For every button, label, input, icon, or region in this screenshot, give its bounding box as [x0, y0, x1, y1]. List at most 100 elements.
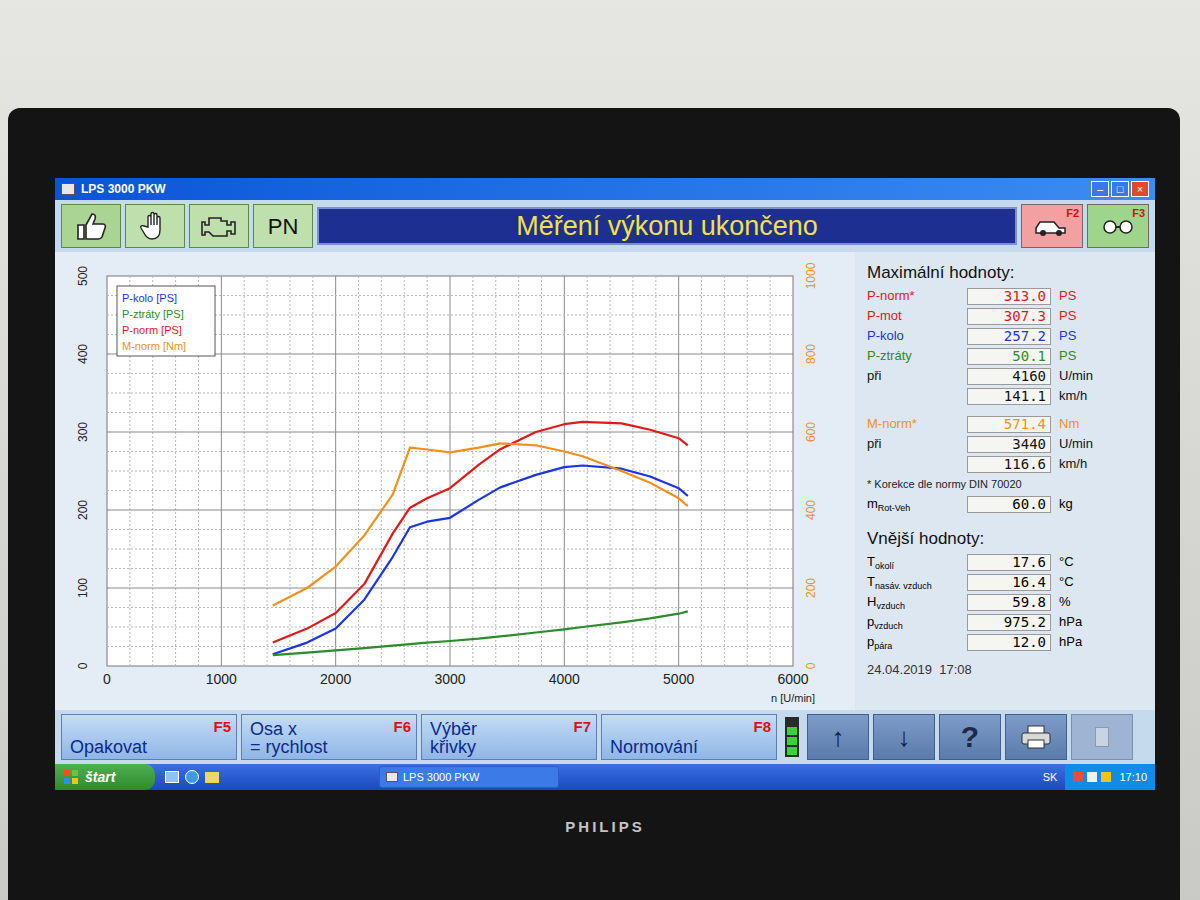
series-line	[273, 611, 688, 655]
tray-icon[interactable]	[1073, 772, 1083, 782]
arrow-label: ↓	[898, 724, 911, 750]
pn-button[interactable]: PN	[253, 204, 313, 248]
function-button[interactable]: F6Osa x= rychlost	[241, 714, 417, 760]
label-text: p	[867, 614, 874, 629]
value-unit: U/min	[1059, 366, 1093, 386]
value-label: při	[867, 366, 967, 386]
arrow-button[interactable]: ↓	[873, 714, 935, 760]
value-label: pvzduch	[867, 612, 967, 632]
label-text: P-kolo	[867, 328, 904, 343]
value-unit: U/min	[1059, 434, 1093, 454]
taskbar-task[interactable]: LPS 3000 PKW	[379, 766, 559, 788]
y-axis-tick: 200	[804, 578, 818, 598]
value-label: P-kolo	[867, 326, 967, 346]
car-icon	[1032, 214, 1072, 238]
function-button[interactable]: F8Normování	[601, 714, 777, 760]
label-subscript: okolí	[875, 561, 894, 571]
clock: 17:10	[1119, 769, 1147, 786]
label-subscript: vzduch	[874, 621, 903, 631]
value-row: P-norm*313.0PS	[867, 286, 1143, 306]
language-indicator[interactable]: SK	[1035, 769, 1066, 786]
x-axis-tick: 4000	[549, 671, 580, 687]
timestamp: 24.04.2019 17:08	[867, 660, 1143, 680]
browser-icon[interactable]	[185, 770, 199, 784]
y-axis-tick: 0	[804, 662, 818, 669]
hand-icon	[139, 210, 171, 242]
value-field: 571.4	[967, 416, 1051, 433]
thumb-icon	[74, 211, 108, 241]
label-text: T	[867, 574, 875, 589]
y-axis-tick: 600	[804, 422, 818, 442]
value-label: mRot-Veh	[867, 494, 967, 514]
rollers-button[interactable]: F3	[1087, 204, 1149, 248]
button-label: Výběr	[430, 720, 588, 738]
button-label: Opakovat	[70, 738, 228, 756]
x-axis-tick: 6000	[777, 671, 808, 687]
value-row: pvzduch975.2hPa	[867, 612, 1143, 632]
ok-button[interactable]	[61, 204, 121, 248]
arrow-label: ↑	[832, 724, 845, 750]
car-button[interactable]: F2	[1021, 204, 1083, 248]
value-row: ppára12.0hPa	[867, 632, 1143, 652]
title-bar: LPS 3000 PKW –□×	[55, 178, 1155, 200]
window-control-button[interactable]: –	[1091, 181, 1109, 197]
value-field: 313.0	[967, 288, 1051, 305]
legend-item: M-norm [Nm]	[122, 340, 186, 352]
plot-area	[107, 276, 793, 666]
blank-button	[1071, 714, 1133, 760]
x-axis-tick: 2000	[320, 671, 351, 687]
label-text: T	[867, 554, 875, 569]
window-control-button[interactable]: □	[1111, 181, 1129, 197]
desktop-icon[interactable]	[165, 771, 179, 783]
toolbar: PN Měření výkonu ukončeno F2F3	[55, 200, 1155, 252]
tray-icon[interactable]	[1087, 772, 1097, 782]
value-field: 59.8	[967, 594, 1051, 611]
values-panel: Maximální hodnoty: P-norm*313.0PSP-mot30…	[855, 252, 1155, 710]
rollers-icon	[1098, 214, 1138, 238]
start-button[interactable]: štart	[55, 764, 155, 790]
value-row: při4160U/min	[867, 366, 1143, 386]
value-unit: PS	[1059, 306, 1076, 326]
series-line	[273, 422, 688, 643]
value-row: Tnasáv. vzduch16.4°C	[867, 572, 1143, 592]
window-control-button[interactable]: ×	[1131, 181, 1149, 197]
arrow-button[interactable]: ↑	[807, 714, 869, 760]
function-button[interactable]: F7Výběrkřivky	[421, 714, 597, 760]
status-banner: Měření výkonu ukončeno	[317, 207, 1017, 245]
norm-note: * Korekce dle normy DIN 70020	[867, 476, 1143, 494]
value-unit: PS	[1059, 286, 1076, 306]
print-button[interactable]	[1005, 714, 1067, 760]
key-label: F5	[213, 716, 231, 739]
value-row: 141.1km/h	[867, 386, 1143, 406]
value-field: 3440	[967, 436, 1051, 453]
button-label: Normování	[610, 738, 768, 756]
folder-icon[interactable]	[205, 772, 219, 783]
manual-button[interactable]	[125, 204, 185, 248]
engine-button[interactable]	[189, 204, 249, 248]
app-icon	[386, 772, 398, 782]
y-axis-tick: 400	[76, 344, 90, 364]
y-axis-tick: 300	[76, 422, 90, 442]
series-line	[273, 443, 688, 605]
y-axis-tick: 100	[76, 578, 90, 598]
help-button[interactable]: ?	[939, 714, 1001, 760]
max-values-title: Maximální hodnoty:	[867, 260, 1143, 286]
system-tray: 17:10	[1065, 764, 1155, 790]
y-axis-tick: 200	[76, 500, 90, 520]
value-label: Hvzduch	[867, 592, 967, 612]
tray-icon[interactable]	[1101, 772, 1111, 782]
x-axis-tick: 5000	[663, 671, 694, 687]
button-bar: F5OpakovatF6Osa x= rychlostF7Výběrkřivky…	[55, 710, 1155, 764]
value-row: při3440 U/min	[867, 434, 1143, 454]
y-axis-tick: 0	[76, 662, 90, 669]
value-label: při	[867, 434, 967, 454]
value-label: Tnasáv. vzduch	[867, 572, 967, 592]
function-button[interactable]: F5Opakovat	[61, 714, 237, 760]
value-row: P-kolo257.2PS	[867, 326, 1143, 346]
value-row: mRot-Veh60.0kg	[867, 494, 1143, 514]
value-field: 116.6	[967, 456, 1051, 473]
value-group: M-norm*571.4Nmpři3440U/min116.6km/h	[867, 414, 1143, 474]
value-row: Tokolí17.6°C	[867, 552, 1143, 572]
value-field: 257.2	[967, 328, 1051, 345]
label-text: P-ztráty	[867, 348, 912, 363]
